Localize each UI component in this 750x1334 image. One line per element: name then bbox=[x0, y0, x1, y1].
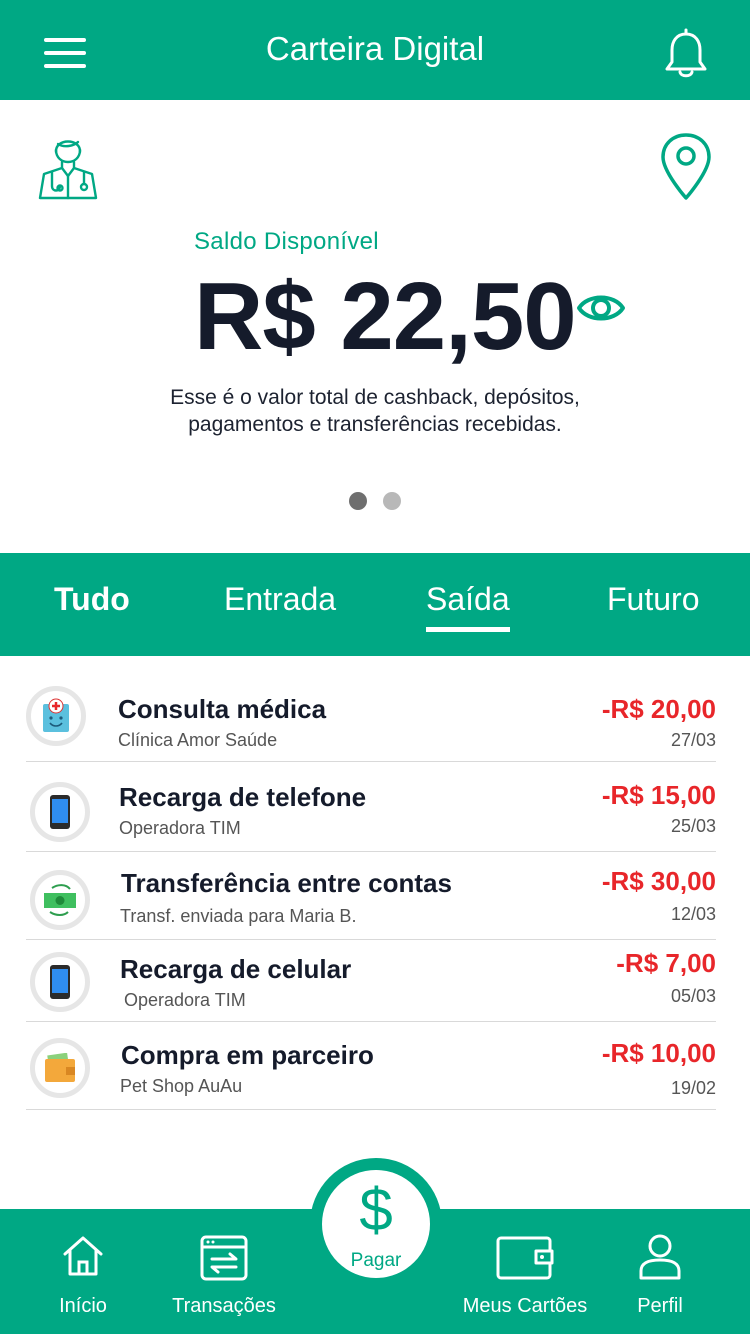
phone-icon bbox=[30, 782, 90, 842]
money-transfer-icon bbox=[30, 870, 90, 930]
list-item[interactable]: Transferência entre contas Transf. envia… bbox=[26, 852, 716, 940]
tab-futuro[interactable]: Futuro bbox=[607, 581, 699, 618]
transaction-subtitle: Pet Shop AuAu bbox=[120, 1076, 243, 1096]
doctor-icon[interactable] bbox=[36, 130, 100, 200]
nav-cards-label: Meus Cartões bbox=[462, 1295, 588, 1317]
nav-profile-label: Perfil bbox=[637, 1295, 683, 1317]
transaction-subtitle: Clínica Amor Saúde bbox=[118, 730, 278, 750]
page-title: Carteira Digital bbox=[265, 30, 485, 67]
transaction-date: 27/03 bbox=[670, 730, 716, 750]
transaction-subtitle: Operadora TIM bbox=[119, 818, 241, 838]
list-item[interactable]: Consulta médica Clínica Amor Saúde -R$ 2… bbox=[26, 668, 716, 762]
nav-transactions[interactable]: Transações bbox=[164, 1209, 284, 1334]
nav-cards[interactable]: Meus Cartões bbox=[460, 1209, 590, 1334]
nav-transactions-label: Transações bbox=[172, 1295, 276, 1317]
carousel-indicator bbox=[0, 492, 750, 515]
pay-button-label: Pagar bbox=[350, 1250, 402, 1271]
medical-icon bbox=[26, 686, 86, 746]
user-icon bbox=[639, 1234, 681, 1280]
transaction-subtitle: Operadora TIM bbox=[124, 990, 246, 1010]
transaction-title: Recarga de telefone bbox=[119, 782, 367, 812]
transaction-amount: -R$ 15,00 bbox=[601, 780, 716, 810]
location-pin-icon[interactable] bbox=[658, 132, 714, 202]
phone-icon bbox=[30, 952, 90, 1012]
nav-home[interactable]: Início bbox=[33, 1209, 133, 1334]
transaction-date: 12/03 bbox=[670, 904, 716, 924]
balance-label: Saldo Disponível bbox=[194, 228, 379, 255]
eye-icon[interactable] bbox=[576, 288, 626, 328]
list-item[interactable]: Recarga de telefone Operadora TIM -R$ 15… bbox=[26, 762, 716, 852]
transaction-title: Consulta médica bbox=[118, 694, 327, 724]
transaction-amount: -R$ 30,00 bbox=[601, 866, 716, 896]
list-item[interactable]: Compra em parceiro Pet Shop AuAu -R$ 10,… bbox=[26, 1022, 716, 1110]
tab-entrada[interactable]: Entrada bbox=[224, 581, 336, 618]
transaction-date: 05/03 bbox=[670, 986, 716, 1006]
home-icon bbox=[63, 1236, 103, 1276]
balance-description: Esse é o valor total de cashback, depósi… bbox=[0, 384, 750, 438]
transactions-icon bbox=[200, 1235, 248, 1281]
pay-button[interactable]: $ Pagar bbox=[322, 1170, 430, 1278]
carousel-dot-2[interactable] bbox=[383, 492, 401, 510]
nav-profile[interactable]: Perfil bbox=[612, 1209, 708, 1334]
transaction-subtitle: Transf. enviada para Maria B. bbox=[120, 906, 357, 926]
tab-saida[interactable]: Saída bbox=[426, 581, 510, 632]
balance-value: R$ 22,50 bbox=[194, 263, 577, 370]
wallet-icon bbox=[30, 1038, 90, 1098]
filter-tabs: Tudo Entrada Saída Futuro bbox=[0, 553, 750, 656]
dollar-icon: $ bbox=[359, 1176, 393, 1243]
transaction-amount: -R$ 7,00 bbox=[616, 948, 716, 978]
transaction-amount: -R$ 10,00 bbox=[601, 1038, 716, 1068]
wallet-icon bbox=[496, 1236, 554, 1280]
balance-description-line2: pagamentos e transferências recebidas. bbox=[188, 413, 562, 436]
transaction-date: 19/02 bbox=[670, 1078, 716, 1098]
top-app-bar: Carteira Digital bbox=[0, 0, 750, 100]
nav-home-label: Início bbox=[59, 1295, 107, 1317]
transaction-title: Recarga de celular bbox=[120, 954, 352, 984]
tab-tudo[interactable]: Tudo bbox=[54, 581, 130, 618]
carousel-dot-1[interactable] bbox=[349, 492, 367, 510]
transaction-title: Compra em parceiro bbox=[121, 1040, 374, 1070]
list-item[interactable]: Recarga de celular Operadora TIM -R$ 7,0… bbox=[26, 940, 716, 1022]
transaction-amount: -R$ 20,00 bbox=[601, 694, 716, 724]
transaction-date: 25/03 bbox=[670, 816, 716, 836]
balance-description-line1: Esse é o valor total de cashback, depósi… bbox=[170, 386, 580, 409]
bell-icon[interactable] bbox=[664, 28, 708, 80]
transaction-title: Transferência entre contas bbox=[121, 868, 452, 898]
